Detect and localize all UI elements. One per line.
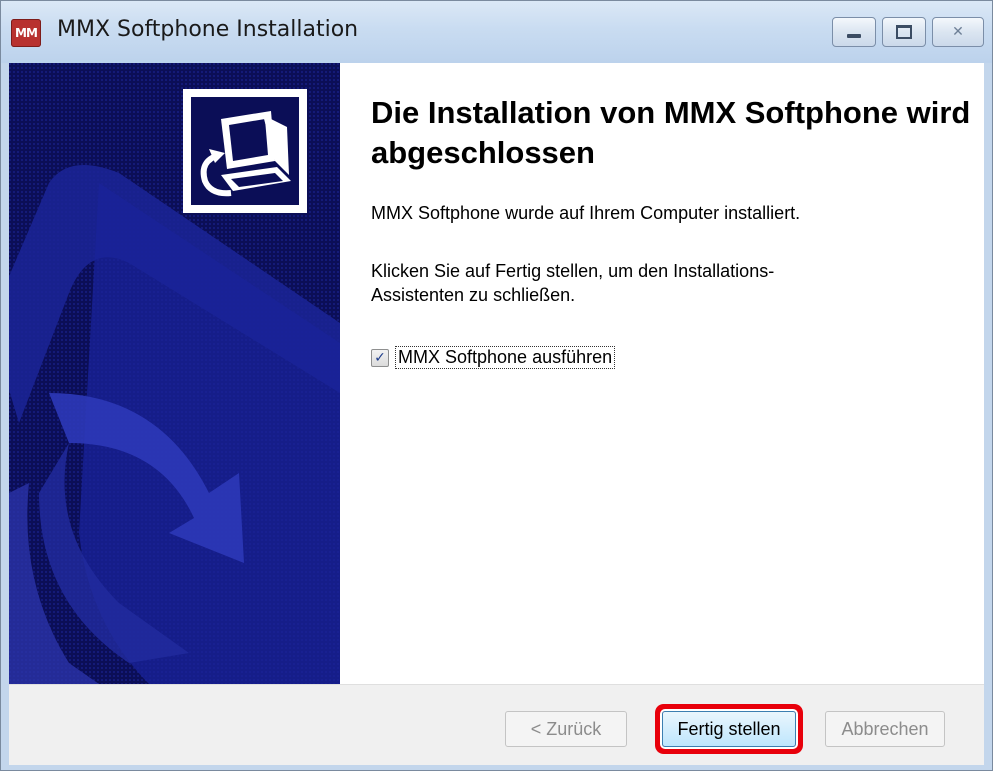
maximize-button[interactable] [882,17,926,47]
checkmark-icon: ✓ [374,349,386,366]
computer-install-icon [191,97,299,205]
close-icon: ✕ [952,24,964,40]
app-icon-text: MM [15,26,38,40]
wizard-content: Die Installation von MMX Softphone wird … [9,63,984,684]
run-checkbox[interactable]: ✓ [371,348,389,367]
minimize-icon [847,34,861,38]
installed-message: MMX Softphone wurde auf Ihrem Computer i… [371,203,801,223]
run-after-install-option[interactable]: ✓ MMX Softphone ausführen [371,346,616,369]
maximize-icon [896,25,912,39]
finish-button[interactable]: Fertig stellen [662,711,796,747]
cancel-button[interactable]: Abbrechen [825,711,945,747]
button-bar: < Zurück Fertig stellen Abbrechen [9,684,984,765]
run-checkbox-label[interactable]: MMX Softphone ausführen [395,346,616,369]
back-button[interactable]: < Zurück [505,711,627,747]
title-bar[interactable]: MM MMX Softphone Installation ✕ [1,1,992,63]
close-button[interactable]: ✕ [932,17,984,47]
window-title: MMX Softphone Installation [57,17,359,42]
instruction-message: Klicken Sie auf Fertig stellen, um den I… [371,261,775,305]
installer-window: MM MMX Softphone Installation ✕ Die Inst… [0,0,993,771]
logo-frame [183,89,307,213]
minimize-button[interactable] [832,17,876,47]
caption-buttons: ✕ [832,17,984,47]
side-banner-image [9,63,340,684]
page-title: Die Installation von MMX Softphone wird … [371,95,971,170]
app-icon[interactable]: MM [11,19,41,47]
